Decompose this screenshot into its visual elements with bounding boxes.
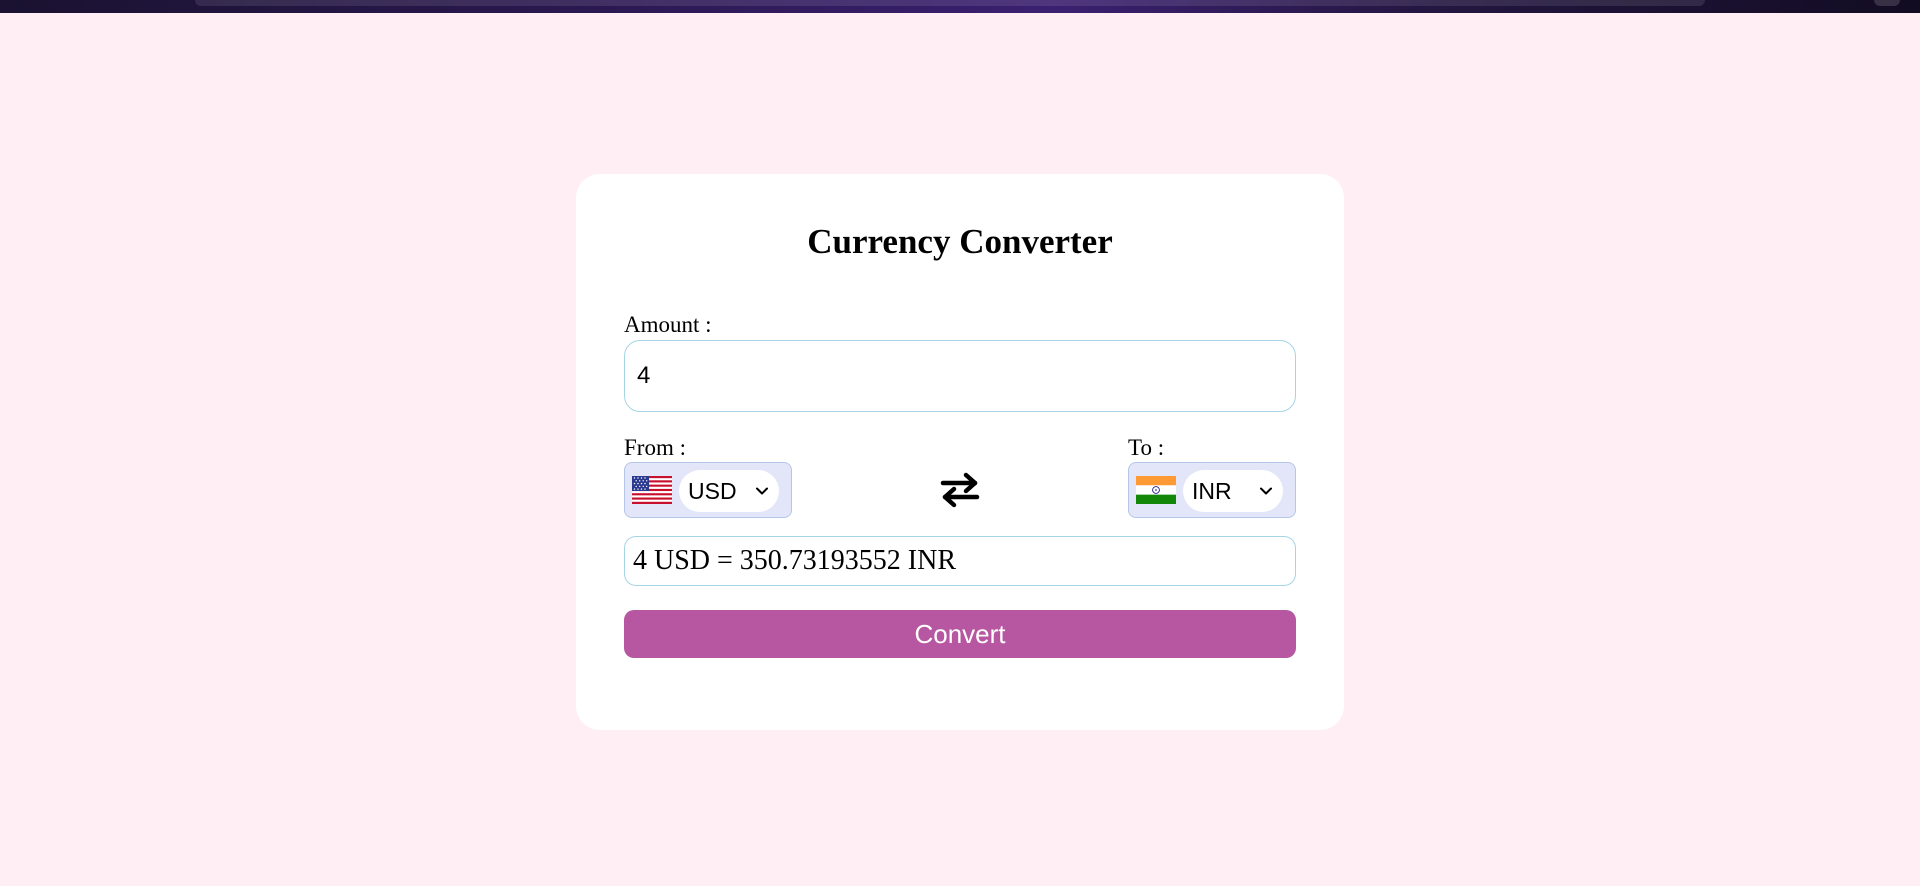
from-currency-value: USD xyxy=(688,478,737,504)
to-currency-select[interactable]: INR xyxy=(1183,470,1283,512)
browser-profile-icon xyxy=(1874,0,1900,6)
to-currency-container: INR xyxy=(1128,462,1296,518)
from-currency-select[interactable]: USD xyxy=(679,470,779,512)
chevron-down-icon xyxy=(756,487,768,495)
us-flag-icon xyxy=(632,476,672,504)
india-flag-icon xyxy=(1136,476,1176,504)
to-currency-value: INR xyxy=(1192,478,1232,504)
amount-input[interactable] xyxy=(624,340,1296,412)
to-label: To : xyxy=(1128,435,1165,460)
swap-arrows-icon[interactable] xyxy=(939,469,981,511)
from-label: From : xyxy=(624,435,686,460)
chevron-down-icon xyxy=(1260,487,1272,495)
amount-label: Amount : xyxy=(624,312,712,337)
browser-address-bar xyxy=(195,0,1705,6)
convert-button[interactable]: Convert xyxy=(624,610,1296,658)
browser-top-strip xyxy=(0,0,1920,13)
from-currency-container: USD xyxy=(624,462,792,518)
page-title: Currency Converter xyxy=(807,222,1113,261)
conversion-result: 4 USD = 350.73193552 INR xyxy=(624,536,1296,586)
converter-card: Currency Converter Amount : From : xyxy=(576,174,1344,730)
